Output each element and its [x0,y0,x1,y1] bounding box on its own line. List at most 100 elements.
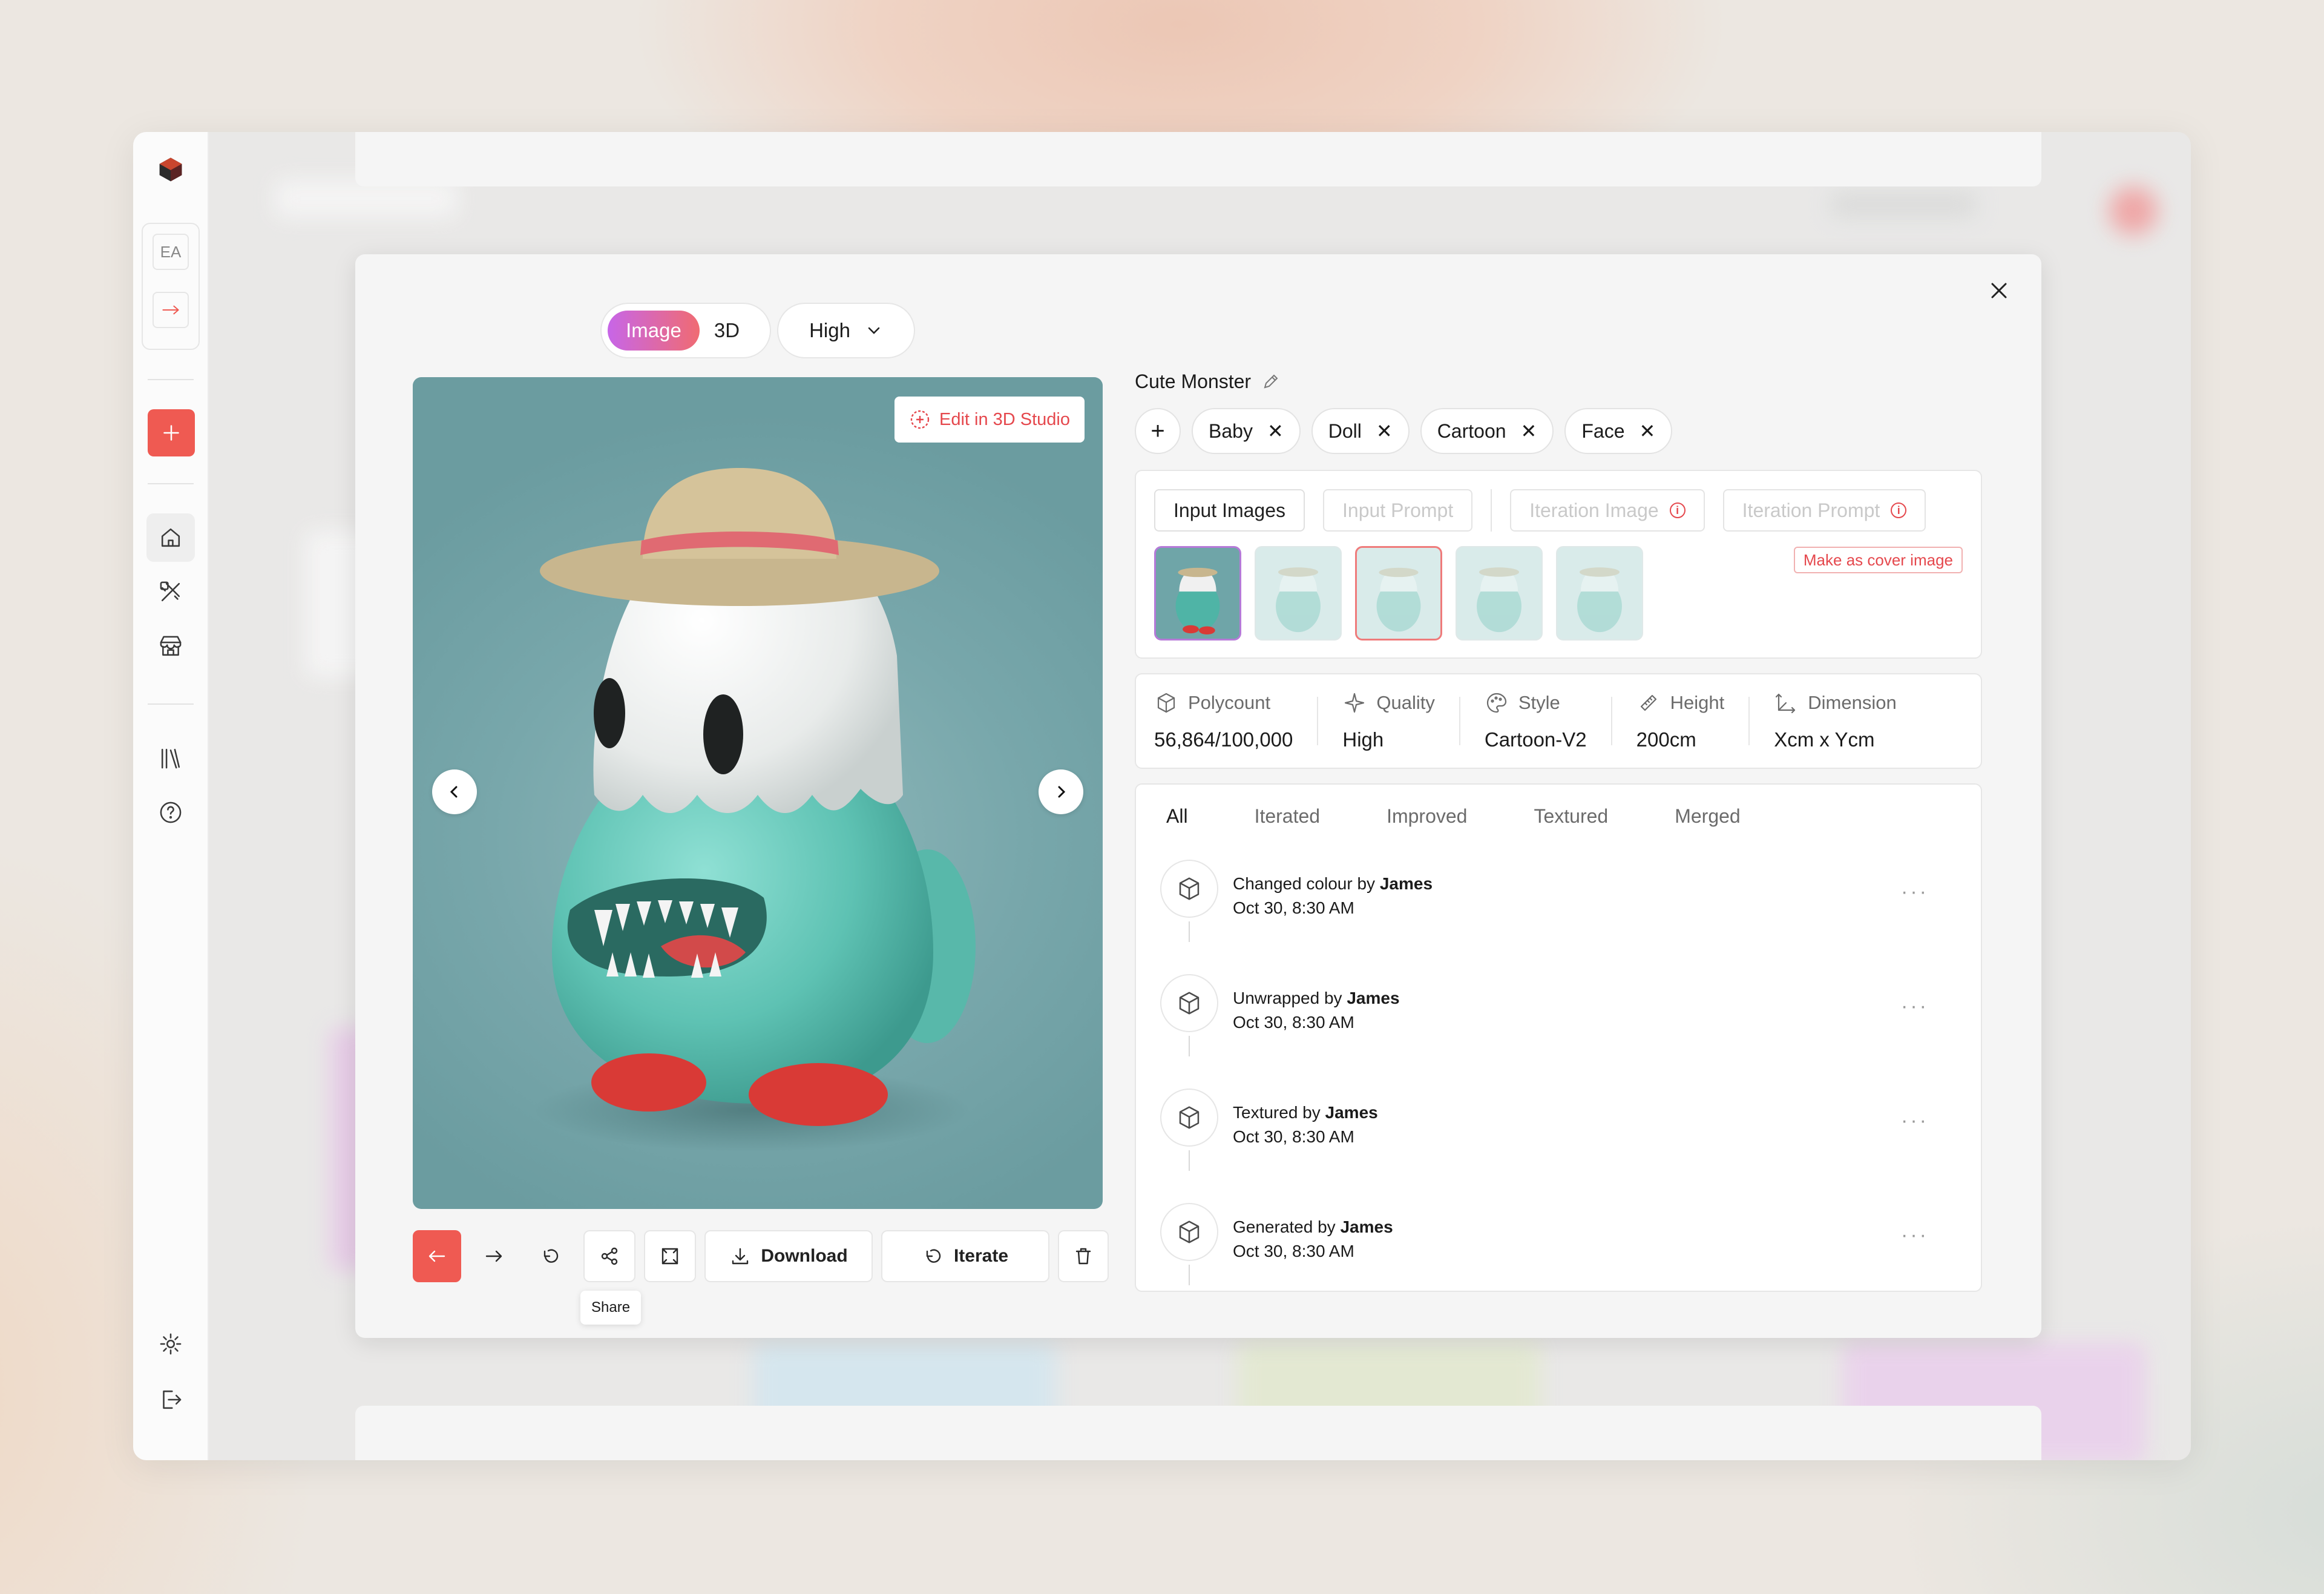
more-options-icon[interactable]: ··· [1901,1223,1929,1247]
stat-value: Cartoon-V2 [1484,728,1587,751]
undo-arrow-button[interactable] [413,1230,461,1282]
tag-chip[interactable]: Doll ✕ [1311,408,1410,454]
next-image-button[interactable] [1039,769,1083,814]
stat-value: High [1342,728,1384,751]
palette-icon [1486,693,1506,713]
create-new-button[interactable] [148,409,195,456]
share-icon [601,1247,618,1265]
history-item[interactable]: Generated by James Oct 30, 8:30 AM ··· [1160,1203,1953,1285]
reset-button[interactable] [527,1230,575,1282]
tab-iteration-image[interactable]: Iteration Image i [1510,489,1705,532]
more-options-icon[interactable]: ··· [1901,880,1929,904]
thumbnail[interactable] [1556,546,1643,641]
more-options-icon[interactable]: ··· [1901,995,1929,1018]
top-panel [355,132,2041,186]
thumbnail[interactable] [1355,546,1442,641]
history-item[interactable]: Unwrapped by James Oct 30, 8:30 AM ··· [1160,974,1953,1056]
tab-iteration-prompt[interactable]: Iteration Prompt i [1722,489,1926,532]
iterate-label: Iterate [953,1246,1009,1266]
edit-pencil-icon[interactable] [1262,372,1280,390]
asset-title: Cute Monster [1135,370,1252,392]
redo-arrow-button[interactable] [470,1230,518,1282]
history-user: James [1325,1103,1378,1122]
stat-label: Dimension [1808,692,1897,713]
stat-value: 200cm [1636,728,1696,751]
remove-tag-icon[interactable]: ✕ [1639,420,1655,443]
history-action: Changed colour by [1233,874,1376,893]
tag-chip[interactable]: Face ✕ [1564,408,1673,454]
tab-image[interactable]: Image [608,311,700,351]
tab-iterated[interactable]: Iterated [1255,805,1321,828]
sidebar: EA [133,132,209,1460]
tab-merged[interactable]: Merged [1675,805,1741,828]
stat-label: Style [1518,692,1560,713]
workspace-avatar[interactable]: EA [153,234,189,270]
tag-label: Doll [1328,420,1362,442]
cube-icon [1157,693,1175,713]
tab-iteration-image-label: Iteration Image [1529,499,1659,521]
thumbnail[interactable] [1255,546,1342,641]
tab-all[interactable]: All [1166,805,1188,828]
history-action: Generated by [1233,1217,1336,1236]
tab-input-images[interactable]: Input Images [1154,489,1305,532]
download-label: Download [761,1246,848,1266]
chevron-left-icon [450,786,458,798]
history-item[interactable]: Textured by James Oct 30, 8:30 AM ··· [1160,1088,1953,1171]
add-tag-button[interactable]: + [1135,408,1181,454]
make-cover-image-button[interactable]: Make as cover image [1793,547,1963,573]
tab-input-prompt[interactable]: Input Prompt [1323,489,1473,532]
quality-select-value: High [809,319,850,341]
history-item[interactable]: Changed colour by James Oct 30, 8:30 AM ·… [1160,860,1953,942]
tag-label: Cartoon [1437,420,1506,442]
design-tools-icon[interactable] [146,568,195,616]
remove-tag-icon[interactable]: ✕ [1267,420,1284,443]
tab-iteration-prompt-label: Iteration Prompt [1742,499,1880,521]
cube-icon [1160,1088,1218,1147]
iterate-button[interactable]: Iterate [881,1230,1049,1282]
arrow-right-icon[interactable] [153,292,189,328]
refresh-icon [926,1249,941,1263]
remove-tag-icon[interactable]: ✕ [1376,420,1393,443]
tag-chip[interactable]: Cartoon ✕ [1420,408,1554,454]
stat-height: Height 200cm [1636,691,1749,751]
mode-toggle: Image 3D [600,303,771,358]
dimension-icon [1776,693,1796,714]
history-user: James [1379,874,1433,893]
share-button[interactable] [583,1230,635,1282]
history-time: Oct 30, 8:30 AM [1233,1127,1354,1146]
tag-chip[interactable]: Baby ✕ [1192,408,1301,454]
inputs-card: Input Images Input Prompt Iteration Imag… [1135,470,1982,659]
remove-tag-icon[interactable]: ✕ [1521,420,1537,443]
download-icon [732,1248,749,1265]
thumbnail[interactable] [1456,546,1543,641]
stat-value: Xcm x Ycm [1774,728,1875,751]
store-icon[interactable] [146,622,195,671]
cube-icon [1160,1203,1218,1261]
chevron-down-icon [868,327,880,334]
close-button[interactable] [1981,272,2017,309]
download-button[interactable]: Download [704,1230,873,1282]
previous-image-button[interactable] [432,769,477,814]
tag-label: Face [1581,420,1625,442]
tab-textured[interactable]: Textured [1534,805,1608,828]
logout-icon[interactable] [146,1375,195,1424]
logo-icon[interactable] [146,145,195,194]
settings-icon[interactable] [146,1320,195,1368]
delete-button[interactable] [1058,1230,1109,1282]
stat-value: 56,864/100,000 [1154,728,1293,751]
quality-select[interactable]: High [777,303,915,358]
stats-card: Polycount 56,864/100,000 Quality High St… [1135,673,1982,769]
tab-3d[interactable]: 3D [700,319,754,342]
edit-in-3d-studio-button[interactable]: Edit in 3D Studio [894,397,1085,443]
home-icon[interactable] [146,513,195,562]
fit-view-button[interactable] [644,1230,696,1282]
history-card: All Iterated Improved Textured Merged Ch… [1135,783,1982,1292]
tab-improved[interactable]: Improved [1387,805,1467,828]
more-options-icon[interactable]: ··· [1901,1109,1929,1133]
model-preview[interactable]: Edit in 3D Studio [413,377,1103,1209]
library-icon[interactable] [146,734,195,782]
history-action: Unwrapped by [1233,989,1342,1007]
tag-label: Baby [1209,420,1253,442]
help-icon[interactable] [146,788,195,837]
thumbnail[interactable] [1154,546,1241,641]
